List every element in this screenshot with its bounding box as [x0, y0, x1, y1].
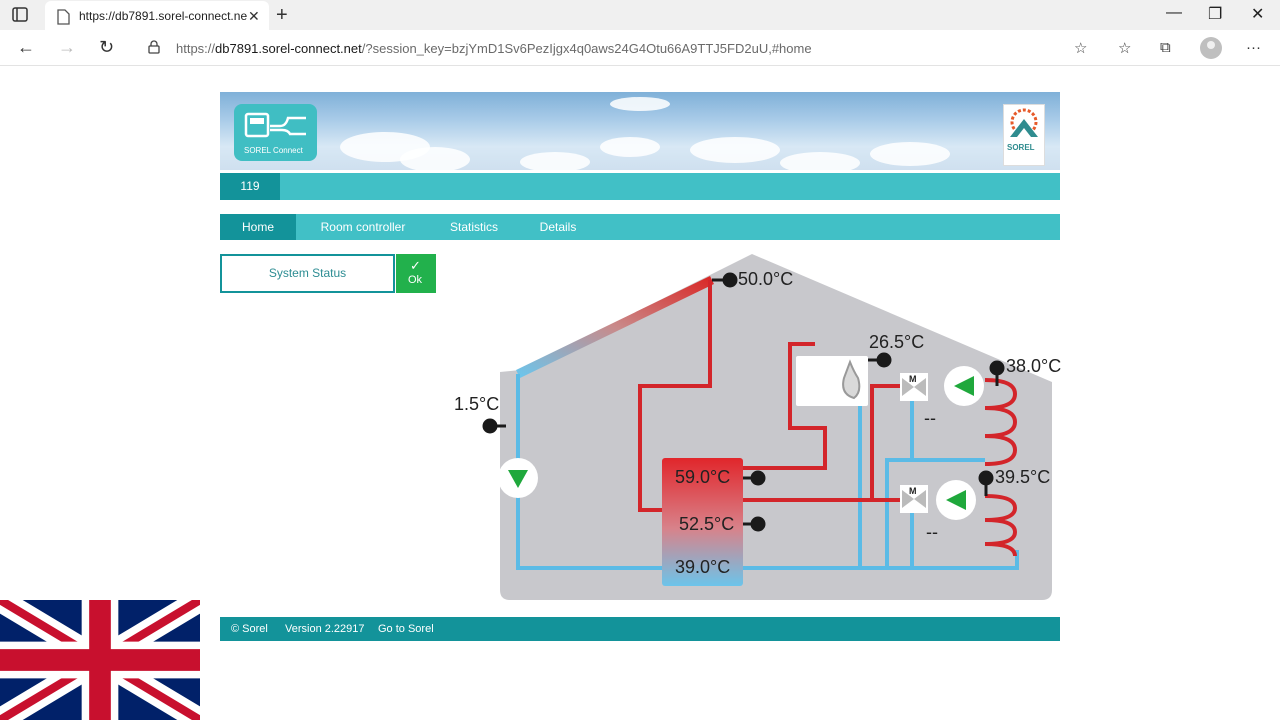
circuit-pump-2-icon: [936, 480, 976, 520]
minimize-icon[interactable]: —: [1166, 4, 1182, 22]
tab-actions-icon[interactable]: [12, 7, 30, 23]
forward-icon[interactable]: →: [58, 37, 76, 58]
circuit1-temp: 38.0°C: [1006, 356, 1061, 376]
close-window-icon[interactable]: ✕: [1251, 4, 1264, 24]
refresh-icon[interactable]: ↻: [99, 37, 114, 58]
system-schematic: M M 50.0°C 1.5°C 26.5°C 38.0°C 39.5°C 59…: [454, 254, 1061, 600]
tank-mid-temp: 52.5°C: [679, 514, 734, 534]
restore-icon[interactable]: ❐: [1208, 4, 1222, 24]
menu-home[interactable]: Home: [220, 214, 296, 240]
check-icon: ✓: [410, 258, 421, 273]
menu-statistics[interactable]: Statistics: [439, 214, 509, 240]
boiler-temp: 26.5°C: [869, 332, 924, 352]
menu-details[interactable]: Details: [530, 214, 586, 240]
sorel-connect-logo: SOREL Connect: [234, 104, 317, 161]
url-field[interactable]: https://db7891.sorel-connect.net/?sessio…: [136, 33, 1102, 63]
outdoor-temp: 1.5°C: [454, 394, 499, 414]
url-text: https://db7891.sorel-connect.net/?sessio…: [176, 41, 812, 56]
svg-text:M: M: [909, 486, 917, 496]
tab-title: https://db7891.sorel-connect.net: [79, 9, 247, 23]
logo-text: SOREL Connect: [244, 146, 303, 155]
mixer-valve-1-icon: M: [900, 373, 928, 401]
profile-avatar[interactable]: [1200, 37, 1222, 59]
close-tab-icon[interactable]: ✕: [248, 8, 260, 25]
browser-tab[interactable]: https://db7891.sorel-connect.net ✕: [45, 1, 269, 30]
collector-temp: 50.0°C: [738, 269, 793, 289]
footer-version: Version 2.22917: [285, 623, 365, 635]
solar-pump-icon: [498, 458, 538, 498]
more-options-icon[interactable]: ···: [1246, 39, 1261, 56]
header-banner: SOREL Connect SOREL: [220, 92, 1060, 170]
device-bar: 119: [220, 173, 1060, 200]
tank-top-temp: 59.0°C: [675, 467, 730, 487]
footer: © Sorel Version 2.22917 Go to Sorel: [220, 617, 1060, 641]
mixer2-value: --: [926, 522, 938, 542]
collections-icon[interactable]: ⧉: [1160, 39, 1171, 56]
circuit2-temp: 39.5°C: [995, 467, 1050, 487]
language-flag-icon[interactable]: [0, 600, 200, 720]
page-icon: [56, 9, 70, 30]
tank-bottom-temp: 39.0°C: [675, 557, 730, 577]
lock-icon[interactable]: [148, 40, 160, 59]
main-menu: Home Room controller Statistics Details: [220, 214, 1060, 240]
device-id[interactable]: 119: [220, 173, 280, 200]
house-outline: [500, 254, 1052, 600]
address-bar: ← → ↻ https://db7891.sorel-connect.net/?…: [0, 30, 1280, 66]
favorites-icon[interactable]: ☆: [1118, 39, 1131, 57]
menu-room-controller[interactable]: Room controller: [308, 214, 418, 240]
sorel-brand-logo: SOREL: [1003, 104, 1045, 166]
status-ok-indicator[interactable]: ✓ Ok: [396, 254, 436, 293]
system-status-button[interactable]: System Status: [220, 254, 395, 293]
svg-text:M: M: [909, 374, 917, 384]
browser-tabstrip: https://db7891.sorel-connect.net ✕ + — ❐…: [0, 0, 1280, 30]
footer-copyright: © Sorel: [231, 623, 268, 635]
circuit-pump-1-icon: [944, 366, 984, 406]
back-icon[interactable]: ←: [17, 37, 35, 58]
mixer1-value: --: [924, 408, 936, 428]
ok-label: Ok: [408, 274, 423, 286]
add-favorite-icon[interactable]: ☆: [1074, 39, 1087, 57]
brand-text: SOREL: [1007, 143, 1035, 152]
new-tab-icon[interactable]: +: [276, 4, 288, 27]
footer-link[interactable]: Go to Sorel: [378, 617, 434, 641]
mixer-valve-2-icon: M: [900, 485, 928, 513]
